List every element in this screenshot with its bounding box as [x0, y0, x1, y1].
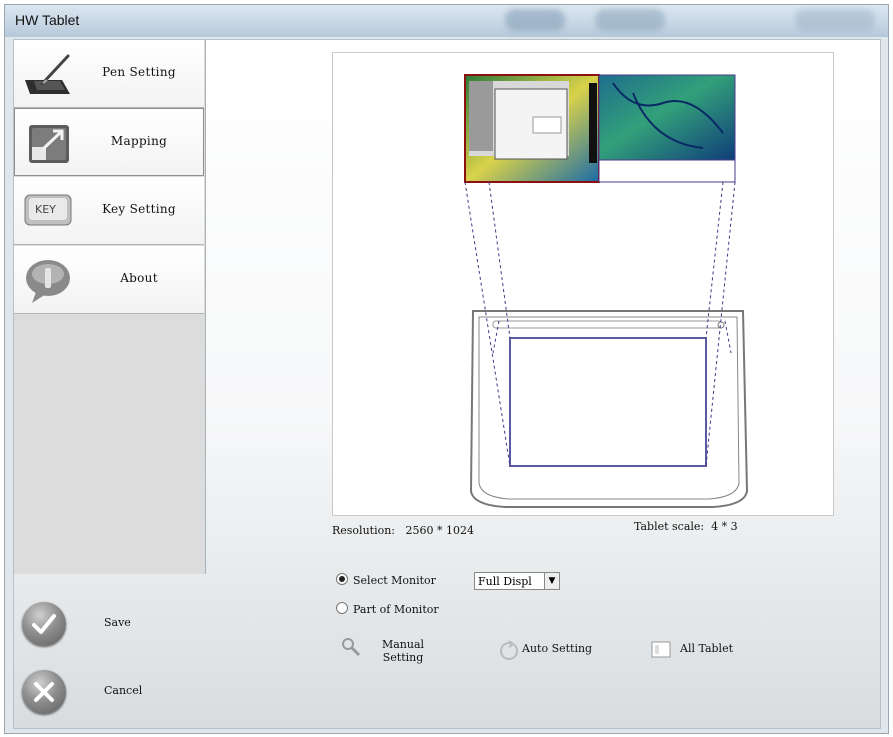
cancel-button[interactable]: Cancel — [14, 660, 204, 722]
sidebar-item-about[interactable]: About — [14, 246, 204, 314]
select-monitor-label: Select Monitor — [353, 574, 436, 587]
titlebar-glare — [795, 9, 875, 31]
pen-tablet-icon — [25, 54, 70, 94]
title-bar[interactable]: HW Tablet — [5, 5, 888, 37]
manual-setting-label-line2: Setting — [382, 651, 424, 664]
sidebar-item-label: About — [120, 271, 158, 285]
manual-setting-button[interactable]: Manual Setting — [340, 636, 450, 672]
sidebar-item-label: Key Setting — [102, 202, 176, 216]
monitor-select-value: Full Displ — [478, 575, 532, 588]
window-title: HW Tablet — [15, 12, 80, 28]
save-button[interactable]: Save — [14, 592, 204, 654]
titlebar-glare — [595, 9, 665, 31]
speech-bubble-icon — [26, 260, 70, 303]
monitor-left[interactable] — [464, 74, 600, 183]
close-icon — [22, 670, 66, 714]
tablet-scale-value: 4 * 3 — [711, 520, 738, 533]
app-window: HW Tablet Pen Setting Mapping KEY Key Se… — [4, 4, 889, 734]
titlebar-glare — [505, 9, 565, 31]
part-of-monitor-label: Part of Monitor — [353, 603, 439, 616]
mapping-arrow-icon — [29, 125, 69, 163]
tablet-scale-label: Tablet scale: — [634, 520, 705, 533]
part-of-monitor-radio[interactable]: Part of Monitor — [336, 602, 439, 616]
tablet-active-area[interactable] — [509, 337, 707, 467]
svg-text:KEY: KEY — [35, 203, 56, 216]
select-monitor-radio[interactable]: Select Monitor — [336, 573, 436, 587]
auto-setting-button[interactable]: Auto Setting — [498, 638, 618, 662]
manual-setting-label-line1: Manual — [381, 638, 425, 651]
tablet-scale-readout: Tablet scale: 4 * 3 — [634, 520, 738, 533]
sidebar-item-label: Pen Setting — [102, 65, 176, 79]
sidebar-item-mapping[interactable]: Mapping — [14, 108, 204, 176]
sidebar-item-label: Mapping — [110, 134, 168, 148]
checkmark-icon — [22, 602, 66, 646]
sidebar-item-key-setting[interactable]: KEY Key Setting — [14, 177, 204, 245]
all-tablet-icon — [651, 641, 671, 658]
resolution-readout: Resolution: 2560 * 1024 — [332, 524, 474, 537]
sidebar: Pen Setting Mapping KEY Key Setting Abou… — [14, 40, 206, 574]
mapping-preview — [332, 52, 834, 516]
sidebar-item-pen-setting[interactable]: Pen Setting — [14, 40, 204, 108]
resolution-value: 2560 * 1024 — [405, 524, 474, 537]
radio-selected-icon — [336, 573, 348, 585]
auto-setting-icon — [500, 640, 518, 660]
chevron-down-icon: ▼ — [544, 573, 559, 589]
save-label: Save — [104, 616, 131, 629]
radio-unselected-icon — [336, 602, 348, 614]
auto-setting-label: Auto Setting — [522, 642, 593, 655]
all-tablet-button[interactable]: All Tablet — [650, 638, 760, 662]
mapping-diagram — [464, 74, 749, 508]
all-tablet-label: All Tablet — [680, 642, 734, 655]
monitor-select[interactable]: Full Displ ▼ — [474, 572, 560, 590]
key-icon: KEY — [24, 194, 72, 226]
main-panel: Pen Setting Mapping KEY Key Setting Abou… — [13, 39, 881, 729]
monitor-right[interactable] — [598, 74, 736, 183]
manual-setting-icon — [342, 638, 361, 657]
cancel-label: Cancel — [104, 684, 143, 697]
resolution-label: Resolution: — [332, 524, 396, 537]
